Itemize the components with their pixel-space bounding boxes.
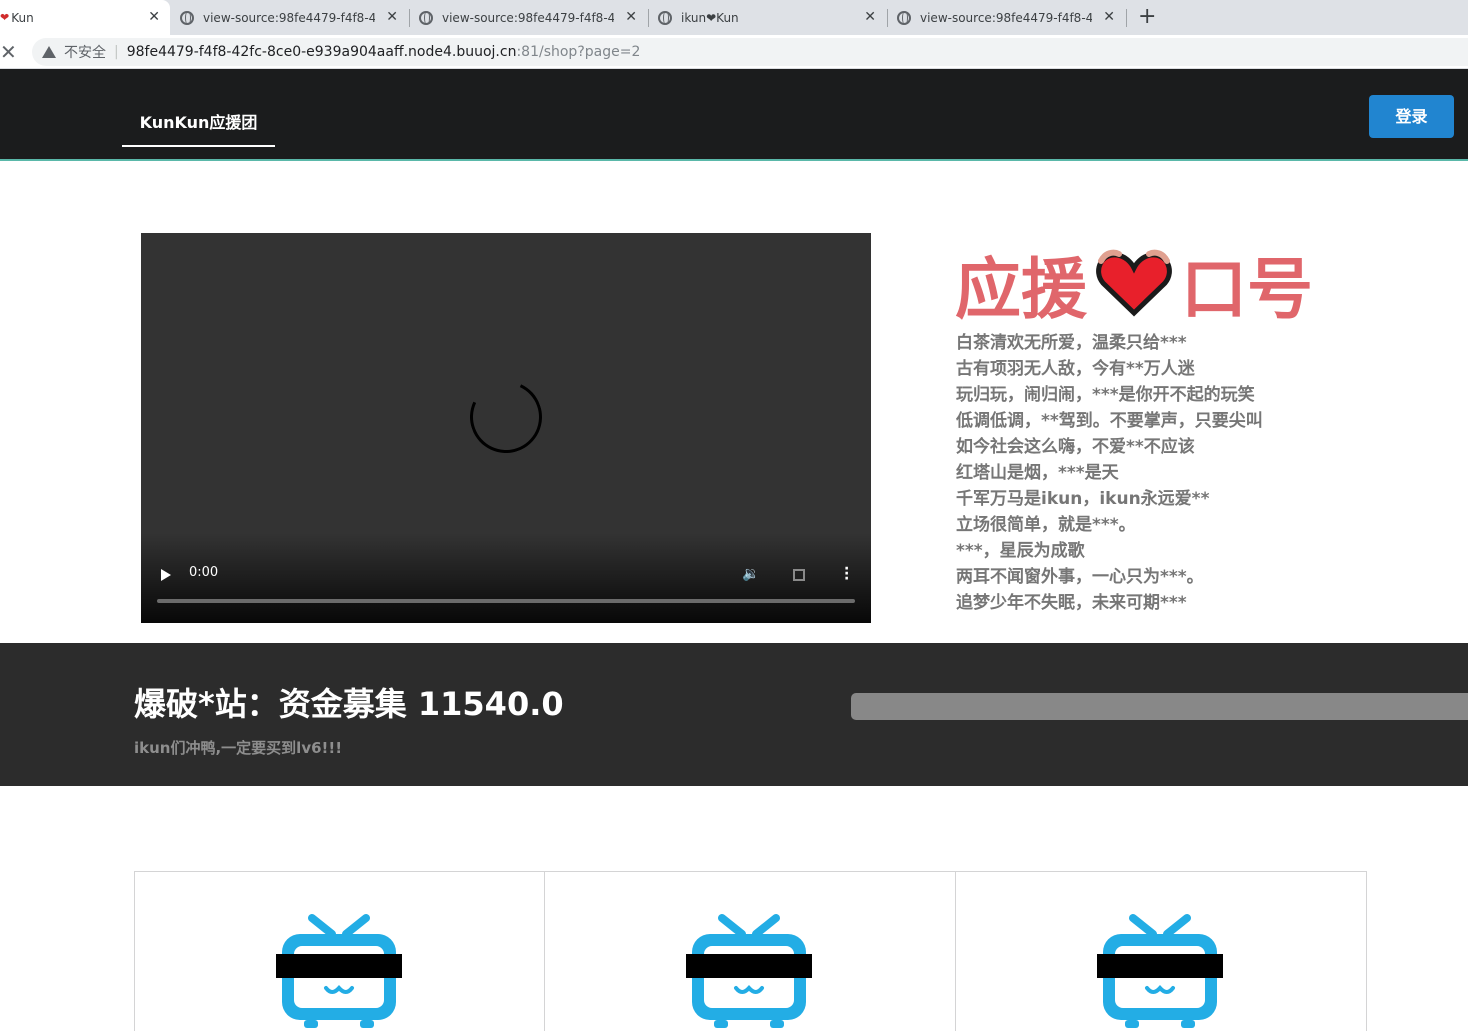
slogan-line: 白茶清欢无所爱，温柔只给*** xyxy=(956,333,1187,353)
tab-divider xyxy=(1126,9,1127,27)
funding-section: 爆破*站：资金募集 11540.0 ikun们冲鸭,一定要买到lv6!!! xyxy=(0,643,1468,786)
url-input[interactable]: 不安全 | 98fe4479-f4f8-42fc-8ce0-e939a904aa… xyxy=(32,38,1468,66)
slogan-line: 低调低调，**驾到。不要掌声，只要尖叫 xyxy=(956,411,1263,431)
controls-gradient xyxy=(141,533,871,623)
slogan-line: 追梦少年不失眠，未来可期*** xyxy=(956,593,1187,613)
tab-view-source-2[interactable]: view-source:98fe4479-f4f8-42 ✕ xyxy=(411,0,647,35)
security-label[interactable]: 不安全 xyxy=(64,42,106,62)
address-bar: ✕ 不安全 | 98fe4479-f4f8-42fc-8ce0-e939a904… xyxy=(0,35,1468,69)
close-icon[interactable]: ✕ xyxy=(625,9,637,25)
heart-hands-icon xyxy=(1096,249,1172,316)
login-button[interactable]: 登录 xyxy=(1369,95,1454,138)
tab-title: ikun❤Kun xyxy=(681,10,739,25)
tab-kun[interactable]: ❤ Kun ✕ xyxy=(0,0,170,35)
slogan-line: 立场很简单，就是***。 xyxy=(956,515,1136,535)
slogan-heading: 应援 口号 xyxy=(955,246,1313,328)
slogan-title-right: 口号 xyxy=(1181,250,1313,328)
funding-subtitle: ikun们冲鸭,一定要买到lv6!!! xyxy=(134,739,343,757)
nav-brand-link[interactable]: KunKun应援团 xyxy=(122,107,275,147)
funding-title: 爆破*站：资金募集 11540.0 xyxy=(134,685,564,723)
play-icon[interactable] xyxy=(161,569,171,581)
tab-title: Kun xyxy=(11,10,34,25)
product-card[interactable] xyxy=(134,871,545,1031)
new-tab-icon[interactable]: + xyxy=(1138,4,1156,29)
slogan-line: 古有项羽无人敌，今有**万人迷 xyxy=(956,359,1195,379)
tab-ikun-kun[interactable]: ikun❤Kun ✕ xyxy=(650,0,886,35)
more-options-icon[interactable]: · · · xyxy=(844,562,849,586)
globe-icon xyxy=(658,10,672,25)
video-time: 0:00 xyxy=(189,565,219,580)
tab-title: view-source:98fe4479-f4f8-42 xyxy=(203,10,375,25)
product-card-grid xyxy=(134,871,1367,1031)
tab-divider xyxy=(887,9,888,27)
divider: | xyxy=(114,44,119,60)
slogan-line: 千军万马是ikun，ikun永远爱** xyxy=(956,489,1210,509)
close-icon[interactable]: ✕ xyxy=(864,9,876,25)
close-icon[interactable]: ✕ xyxy=(148,9,160,25)
slogan-line: 如今社会这么嗨，不爱**不应该 xyxy=(956,437,1195,457)
bilibili-tv-icon xyxy=(686,914,812,1028)
warning-icon[interactable] xyxy=(42,46,56,58)
product-card[interactable] xyxy=(956,871,1367,1031)
loading-spinner-icon xyxy=(459,370,553,464)
tab-title: view-source:98fe4479-f4f8-42 xyxy=(920,10,1092,25)
close-icon[interactable]: ✕ xyxy=(1103,9,1115,25)
video-player[interactable]: 0:00 🔉 · · · xyxy=(141,233,871,623)
video-progress-bar[interactable] xyxy=(157,599,855,603)
globe-icon xyxy=(419,10,433,25)
tab-title: view-source:98fe4479-f4f8-42 xyxy=(442,10,614,25)
bilibili-tv-icon xyxy=(276,914,402,1028)
tab-divider xyxy=(409,9,410,27)
slogan-title-left: 应援 xyxy=(955,250,1087,328)
volume-icon[interactable]: 🔉 xyxy=(742,566,759,582)
stop-loading-icon[interactable]: ✕ xyxy=(0,40,17,64)
globe-icon xyxy=(180,10,194,25)
bilibili-tv-icon xyxy=(1097,914,1223,1028)
slogan-line: 玩归玩，闹归闹，***是你开不起的玩笑 xyxy=(956,385,1255,405)
tab-view-source-3[interactable]: view-source:98fe4479-f4f8-42 ✕ xyxy=(889,0,1125,35)
heart-icon: ❤ xyxy=(0,11,10,24)
slogan-line: ***，星辰为成歌 xyxy=(956,541,1085,561)
slogan-line: 红塔山是烟，***是天 xyxy=(956,463,1119,483)
funding-progress-bar xyxy=(851,693,1468,720)
tab-divider xyxy=(648,9,649,27)
url-path: :81/shop?page=2 xyxy=(516,44,641,60)
slogan-line: 两耳不闻窗外事，一心只为***。 xyxy=(956,567,1204,587)
slogan-list: 白茶清欢无所爱，温柔只给*** 古有项羽无人敌，今有**万人迷 玩归玩，闹归闹，… xyxy=(956,330,1456,616)
tab-view-source-1[interactable]: view-source:98fe4479-f4f8-42 ✕ xyxy=(172,0,408,35)
fullscreen-icon[interactable] xyxy=(793,569,805,581)
close-icon[interactable]: ✕ xyxy=(386,9,398,25)
site-navbar: KunKun应援团 登录 xyxy=(0,69,1468,161)
product-card[interactable] xyxy=(545,871,956,1031)
browser-tab-strip: ❤ Kun ✕ view-source:98fe4479-f4f8-42 ✕ v… xyxy=(0,0,1468,35)
url-host: 98fe4479-f4f8-42fc-8ce0-e939a904aaff.nod… xyxy=(126,44,517,60)
globe-icon xyxy=(897,10,911,25)
